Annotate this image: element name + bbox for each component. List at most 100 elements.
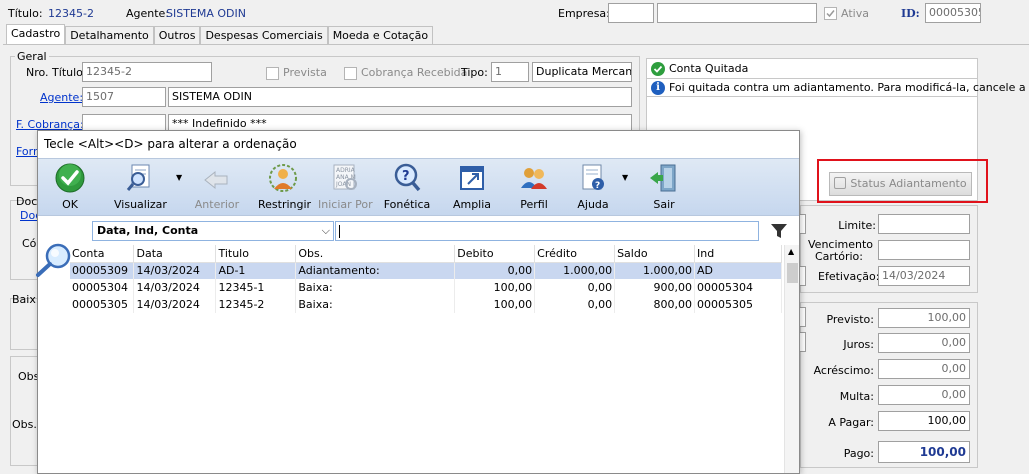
- ajuda-dropdown-icon[interactable]: ▼: [622, 173, 628, 182]
- svg-text:ADRIA: ADRIA: [336, 167, 356, 174]
- filter-icon[interactable]: [770, 223, 788, 239]
- tab-cadastro[interactable]: Cadastro: [6, 24, 66, 45]
- perfil-label: Perfil: [520, 198, 548, 211]
- acrescimo-label: Acréscimo:: [813, 364, 874, 377]
- order-combo[interactable]: Data, Ind, Conta ⌵: [92, 221, 334, 241]
- perfil-button[interactable]: Perfil: [514, 162, 554, 214]
- iniciar-por-button[interactable]: ADRIA ANA M JOAN Iniciar Por: [318, 162, 373, 214]
- prevista-label: Prevista: [283, 66, 327, 79]
- scroll-thumb[interactable]: [787, 263, 798, 283]
- empresa-code-input[interactable]: [608, 3, 654, 23]
- visualizar-label: Visualizar: [114, 198, 167, 211]
- vencimento-label-line2: Cartório:: [814, 250, 863, 263]
- juros-input[interactable]: 0,00: [878, 333, 970, 353]
- visualizar-dropdown-icon[interactable]: ▼: [176, 173, 182, 182]
- phonetic-search-icon: ?: [394, 163, 421, 192]
- agente-link[interactable]: Agente:: [40, 91, 83, 104]
- fonetica-button[interactable]: ? Fonética: [382, 162, 432, 214]
- ativa-checkbox[interactable]: Ativa: [824, 6, 869, 21]
- col-debito[interactable]: Debito: [454, 245, 536, 263]
- table-row[interactable]: 00005309 14/03/2024 AD-1 Adiantamento: 0…: [70, 262, 782, 279]
- chevron-down-icon[interactable]: ⌵: [322, 222, 330, 240]
- cell-obs: Baixa:: [295, 279, 456, 296]
- agente-code-input[interactable]: 1507: [82, 87, 166, 107]
- anterior-label: Anterior: [194, 198, 240, 211]
- tipo-code-input[interactable]: 1: [491, 62, 529, 82]
- cell-debito: 0,00: [454, 262, 536, 279]
- cell-saldo: 800,00: [614, 296, 696, 313]
- tab-despesas-comerciais[interactable]: Despesas Comerciais: [200, 26, 328, 45]
- svg-text:?: ?: [595, 181, 600, 191]
- col-saldo[interactable]: Saldo: [614, 245, 696, 263]
- tab-outros[interactable]: Outros: [153, 26, 201, 45]
- multa-input[interactable]: 0,00: [878, 385, 970, 405]
- vencimento-cartorio-input[interactable]: [878, 240, 970, 260]
- order-combo-value: Data, Ind, Conta: [97, 224, 199, 237]
- restringir-button[interactable]: Restringir: [258, 162, 311, 214]
- juros-label: Juros:: [843, 338, 874, 351]
- ok-label: OK: [62, 198, 78, 211]
- table-row[interactable]: 00005304 14/03/2024 12345-1 Baixa: 100,0…: [70, 279, 782, 296]
- dialog-toolbar: OK Visualizar ▼ Anterior Restringir ADRI…: [38, 158, 799, 216]
- previsto-input[interactable]: 100,00: [878, 308, 970, 328]
- results-table: Conta Data Titulo Obs. Debito Crédito Sa…: [70, 245, 782, 313]
- prevista-checkbox[interactable]: Prevista: [266, 66, 327, 80]
- conta-quitada-message: Foi quitada contra um adiantamento. Para…: [669, 81, 1026, 94]
- search-dialog: Tecle <Alt><D> para alterar a ordenação …: [37, 130, 800, 474]
- pago-label: Pago:: [843, 447, 874, 460]
- cobranca-recebida-checkbox[interactable]: Cobrança Recebida: [344, 66, 467, 80]
- col-titulo[interactable]: Titulo: [215, 245, 297, 263]
- scroll-up-icon[interactable]: ▲: [788, 247, 794, 256]
- efetivacao-input[interactable]: 14/03/2024: [878, 266, 970, 286]
- highlight-box: [817, 159, 988, 203]
- id-label: ID:: [901, 7, 920, 20]
- obs-label-2: Obs.: [12, 418, 37, 431]
- acrescimo-input[interactable]: 0,00: [878, 359, 970, 379]
- cell-ind: AD: [694, 262, 782, 279]
- efetivacao-label: Efetivação:: [818, 270, 880, 283]
- anterior-button[interactable]: Anterior: [194, 162, 240, 214]
- cell-titulo: AD-1: [215, 262, 297, 279]
- ativa-label: Ativa: [841, 7, 869, 20]
- a-pagar-label: A Pagar:: [828, 416, 874, 429]
- ajuda-button[interactable]: ? Ajuda: [570, 162, 616, 214]
- cell-data: 14/03/2024: [133, 279, 217, 296]
- tab-moeda-cotacao[interactable]: Moeda e Cotação: [327, 26, 434, 45]
- search-magnifier-icon: [36, 243, 71, 277]
- table-row[interactable]: 00005305 14/03/2024 12345-2 Baixa: 100,0…: [70, 296, 782, 313]
- col-ind[interactable]: Ind: [694, 245, 782, 263]
- col-conta[interactable]: Conta: [70, 245, 135, 263]
- limite-input[interactable]: [878, 214, 970, 234]
- cell-debito: 100,00: [454, 296, 536, 313]
- ok-button[interactable]: OK: [52, 162, 88, 214]
- col-obs[interactable]: Obs.: [295, 245, 456, 263]
- profile-users-icon: [521, 168, 547, 189]
- visualizar-button[interactable]: Visualizar: [114, 162, 167, 214]
- cell-credito: 0,00: [534, 279, 616, 296]
- cobranca-recebida-label: Cobrança Recebida: [361, 66, 468, 79]
- col-credito[interactable]: Crédito: [534, 245, 616, 263]
- checkbox-box: [266, 66, 279, 80]
- restrict-person-icon: [269, 164, 297, 192]
- magnifier-document-icon: [126, 164, 150, 191]
- exit-door-icon: [650, 164, 676, 192]
- limite-label: Limite:: [838, 219, 876, 232]
- sair-label: Sair: [653, 198, 675, 211]
- amplia-button[interactable]: Amplia: [450, 162, 494, 214]
- results-area: Data, Ind, Conta ⌵ Conta Data Titulo Obs…: [38, 217, 799, 473]
- nro-titulo-input[interactable]: 12345-2: [82, 62, 212, 82]
- sair-button[interactable]: Sair: [646, 162, 682, 214]
- search-input[interactable]: [335, 221, 759, 241]
- fonetica-label: Fonética: [383, 198, 431, 211]
- tab-detalhamento[interactable]: Detalhamento: [65, 26, 154, 45]
- geral-legend: Geral: [15, 50, 49, 63]
- col-data[interactable]: Data: [133, 245, 217, 263]
- agente-header-label: Agente:: [126, 7, 170, 20]
- maximize-window-icon: [460, 166, 484, 190]
- vertical-scrollbar[interactable]: ▲: [784, 245, 799, 473]
- cell-saldo: 1.000,00: [614, 262, 696, 279]
- empresa-name-input[interactable]: [657, 3, 817, 23]
- cell-conta: 00005305: [70, 296, 135, 313]
- cell-titulo: 12345-1: [215, 279, 297, 296]
- doc-legend: Doc: [16, 195, 38, 208]
